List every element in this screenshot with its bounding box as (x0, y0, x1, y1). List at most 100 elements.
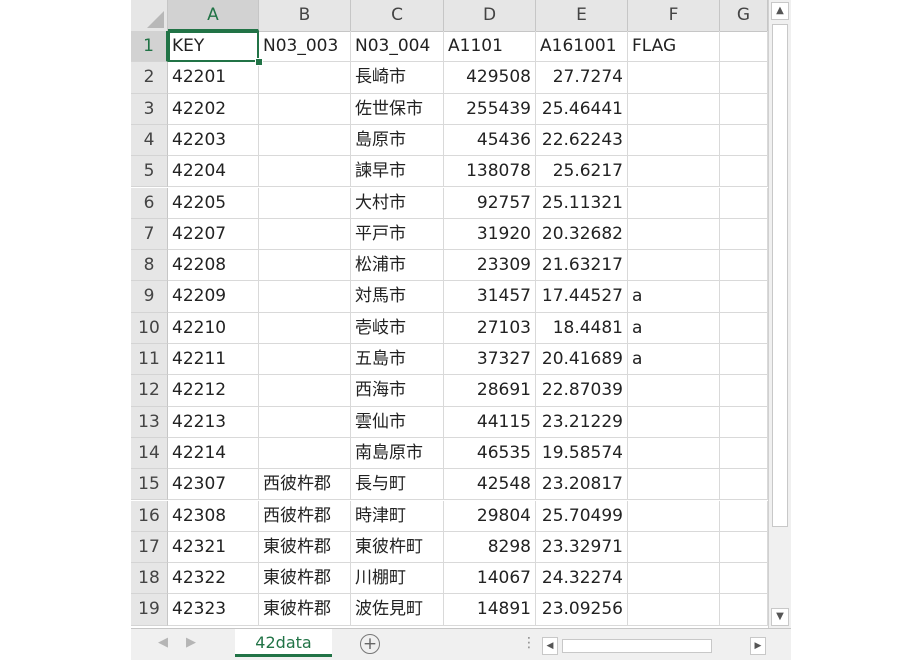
cell-f9[interactable]: a (628, 281, 720, 313)
cell-g10[interactable] (720, 312, 768, 344)
cell-g9[interactable] (720, 281, 768, 313)
row-header-7[interactable]: 7 (131, 218, 168, 251)
cell-a4[interactable]: 42203 (168, 124, 259, 157)
row-header-12[interactable]: 12 (131, 375, 168, 407)
prev-sheet-arrow-icon[interactable]: ◀ (158, 635, 168, 650)
cell-c11[interactable]: 五島市 (351, 344, 444, 376)
cell-d5[interactable]: 138078 (444, 156, 536, 188)
cell-d11[interactable]: 37327 (444, 344, 536, 376)
cell-c9[interactable]: 対馬市 (351, 281, 444, 313)
cell-c5[interactable]: 諫早市 (351, 156, 444, 188)
cell-e11[interactable]: 20.41689 (536, 344, 628, 376)
scroll-up-arrow-icon[interactable]: ▲ (771, 2, 789, 20)
cell-f17[interactable] (628, 531, 720, 564)
cell-c1[interactable]: N03_004 (351, 31, 444, 63)
cell-g1[interactable] (720, 31, 768, 63)
column-header-a[interactable]: A (168, 0, 259, 31)
cell-a1[interactable]: KEY (168, 31, 259, 63)
cell-a14[interactable]: 42214 (168, 437, 259, 470)
cell-c3[interactable]: 佐世保市 (351, 93, 444, 125)
cell-g13[interactable] (720, 406, 768, 438)
cell-e19[interactable]: 23.09256 (536, 594, 628, 626)
cell-b2[interactable] (259, 62, 351, 94)
cell-f19[interactable] (628, 594, 720, 626)
cell-g16[interactable] (720, 500, 768, 532)
row-header-18[interactable]: 18 (131, 563, 168, 595)
vertical-scrollbar[interactable]: ▲ ▼ (768, 0, 791, 628)
cell-f8[interactable] (628, 250, 720, 282)
cell-a9[interactable]: 42209 (168, 281, 259, 313)
cell-b14[interactable] (259, 437, 351, 470)
cell-g17[interactable] (720, 531, 768, 564)
cell-e12[interactable]: 22.87039 (536, 375, 628, 407)
row-header-2[interactable]: 2 (131, 62, 168, 94)
cell-f12[interactable] (628, 375, 720, 407)
cell-b16[interactable]: 西彼杵郡 (259, 500, 351, 532)
cell-c6[interactable]: 大村市 (351, 187, 444, 219)
row-header-13[interactable]: 13 (131, 406, 168, 438)
cell-b17[interactable]: 東彼杵郡 (259, 531, 351, 564)
cell-g18[interactable] (720, 563, 768, 595)
cell-e5[interactable]: 25.6217 (536, 156, 628, 188)
cell-f2[interactable] (628, 62, 720, 94)
cell-b15[interactable]: 西彼杵郡 (259, 469, 351, 501)
cell-b12[interactable] (259, 375, 351, 407)
cell-d6[interactable]: 92757 (444, 187, 536, 219)
cell-e2[interactable]: 27.7274 (536, 62, 628, 94)
cell-c14[interactable]: 南島原市 (351, 437, 444, 470)
cell-g7[interactable] (720, 218, 768, 251)
cell-g4[interactable] (720, 124, 768, 157)
cell-c15[interactable]: 長与町 (351, 469, 444, 501)
cell-c7[interactable]: 平戸市 (351, 218, 444, 251)
row-header-14[interactable]: 14 (131, 437, 168, 470)
cell-d7[interactable]: 31920 (444, 218, 536, 251)
cell-b6[interactable] (259, 187, 351, 219)
cell-a13[interactable]: 42213 (168, 406, 259, 438)
vertical-scroll-thumb[interactable] (772, 24, 788, 527)
cell-g6[interactable] (720, 187, 768, 219)
cell-d13[interactable]: 44115 (444, 406, 536, 438)
cell-g5[interactable] (720, 156, 768, 188)
cell-g12[interactable] (720, 375, 768, 407)
scroll-right-arrow-icon[interactable]: ▶ (750, 637, 766, 655)
cell-d3[interactable]: 255439 (444, 93, 536, 125)
cell-d10[interactable]: 27103 (444, 312, 536, 344)
cell-d14[interactable]: 46535 (444, 437, 536, 470)
row-header-8[interactable]: 8 (131, 250, 168, 282)
cell-c19[interactable]: 波佐見町 (351, 594, 444, 626)
cell-a6[interactable]: 42205 (168, 187, 259, 219)
cell-d12[interactable]: 28691 (444, 375, 536, 407)
cell-b18[interactable]: 東彼杵郡 (259, 563, 351, 595)
cell-b13[interactable] (259, 406, 351, 438)
row-header-5[interactable]: 5 (131, 156, 168, 188)
cell-g8[interactable] (720, 250, 768, 282)
row-header-10[interactable]: 10 (131, 312, 168, 344)
cell-c4[interactable]: 島原市 (351, 124, 444, 157)
cell-a12[interactable]: 42212 (168, 375, 259, 407)
cell-b9[interactable] (259, 281, 351, 313)
column-header-f[interactable]: F (628, 0, 720, 31)
row-header-11[interactable]: 11 (131, 344, 168, 376)
cell-g3[interactable] (720, 93, 768, 125)
row-header-15[interactable]: 15 (131, 469, 168, 501)
cell-e17[interactable]: 23.32971 (536, 531, 628, 564)
tab-split-handle-icon[interactable]: ⋮ (522, 635, 536, 651)
row-header-17[interactable]: 17 (131, 531, 168, 564)
cell-f7[interactable] (628, 218, 720, 251)
cell-b5[interactable] (259, 156, 351, 188)
plus-circle-icon[interactable]: + (360, 634, 380, 654)
cell-b11[interactable] (259, 344, 351, 376)
cell-f6[interactable] (628, 187, 720, 219)
cell-e16[interactable]: 25.70499 (536, 500, 628, 532)
row-header-1[interactable]: 1 (131, 31, 168, 63)
cell-f11[interactable]: a (628, 344, 720, 376)
cell-d19[interactable]: 14891 (444, 594, 536, 626)
cell-a17[interactable]: 42321 (168, 531, 259, 564)
cell-f15[interactable] (628, 469, 720, 501)
row-header-4[interactable]: 4 (131, 124, 168, 157)
cell-d4[interactable]: 45436 (444, 124, 536, 157)
horizontal-scroll-thumb[interactable] (562, 639, 712, 653)
cell-a15[interactable]: 42307 (168, 469, 259, 501)
cell-a18[interactable]: 42322 (168, 563, 259, 595)
column-header-e[interactable]: E (536, 0, 628, 31)
